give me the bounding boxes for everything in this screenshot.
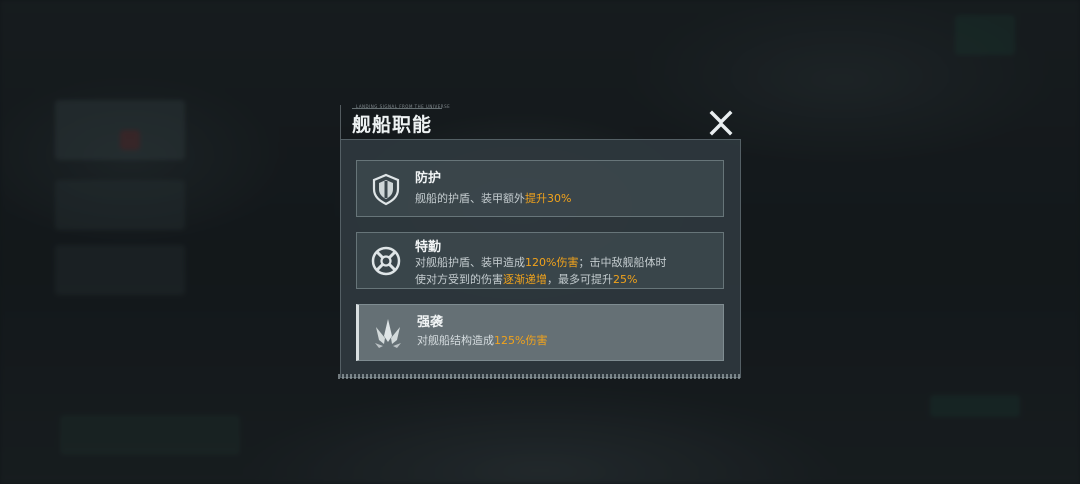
highlight-value: 逐渐递增	[503, 273, 547, 286]
spikes-icon	[371, 316, 405, 350]
role-description-line-2: 使对方受到的伤害逐渐递增，最多可提升25%	[415, 273, 638, 286]
panel-bottom-edge	[338, 374, 742, 379]
role-name: 防护	[415, 171, 442, 186]
role-description: 对舰船结构造成125%伤害	[417, 334, 548, 347]
highlight-value: 25%	[613, 273, 638, 286]
highlight-value: 125%伤害	[494, 334, 548, 347]
dialog-title: 舰船职能	[352, 114, 433, 136]
header-caption: LANDING SIGNAL FROM THE UNIVERSE	[356, 104, 451, 109]
highlight-value: 提升30%	[525, 192, 572, 205]
highlight-value: 120%伤害	[525, 256, 579, 269]
role-card-assault[interactable]: 强袭 对舰船结构造成125%伤害	[356, 304, 724, 361]
role-name: 特勤	[415, 240, 442, 255]
close-icon	[709, 110, 733, 136]
role-description: 舰船的护盾、装甲额外提升30%	[415, 192, 572, 205]
role-description-line-1: 对舰船护盾、装甲造成120%伤害；击中敌舰船体时	[415, 256, 667, 269]
close-button[interactable]	[706, 110, 736, 136]
shield-icon	[369, 172, 403, 206]
role-name: 强袭	[417, 315, 444, 330]
role-card-special[interactable]: 特勤 对舰船护盾、装甲造成120%伤害；击中敌舰船体时 使对方受到的伤害逐渐递增…	[356, 232, 724, 289]
crosshair-icon	[369, 244, 403, 278]
role-card-defense[interactable]: 防护 舰船的护盾、装甲额外提升30%	[356, 160, 724, 217]
